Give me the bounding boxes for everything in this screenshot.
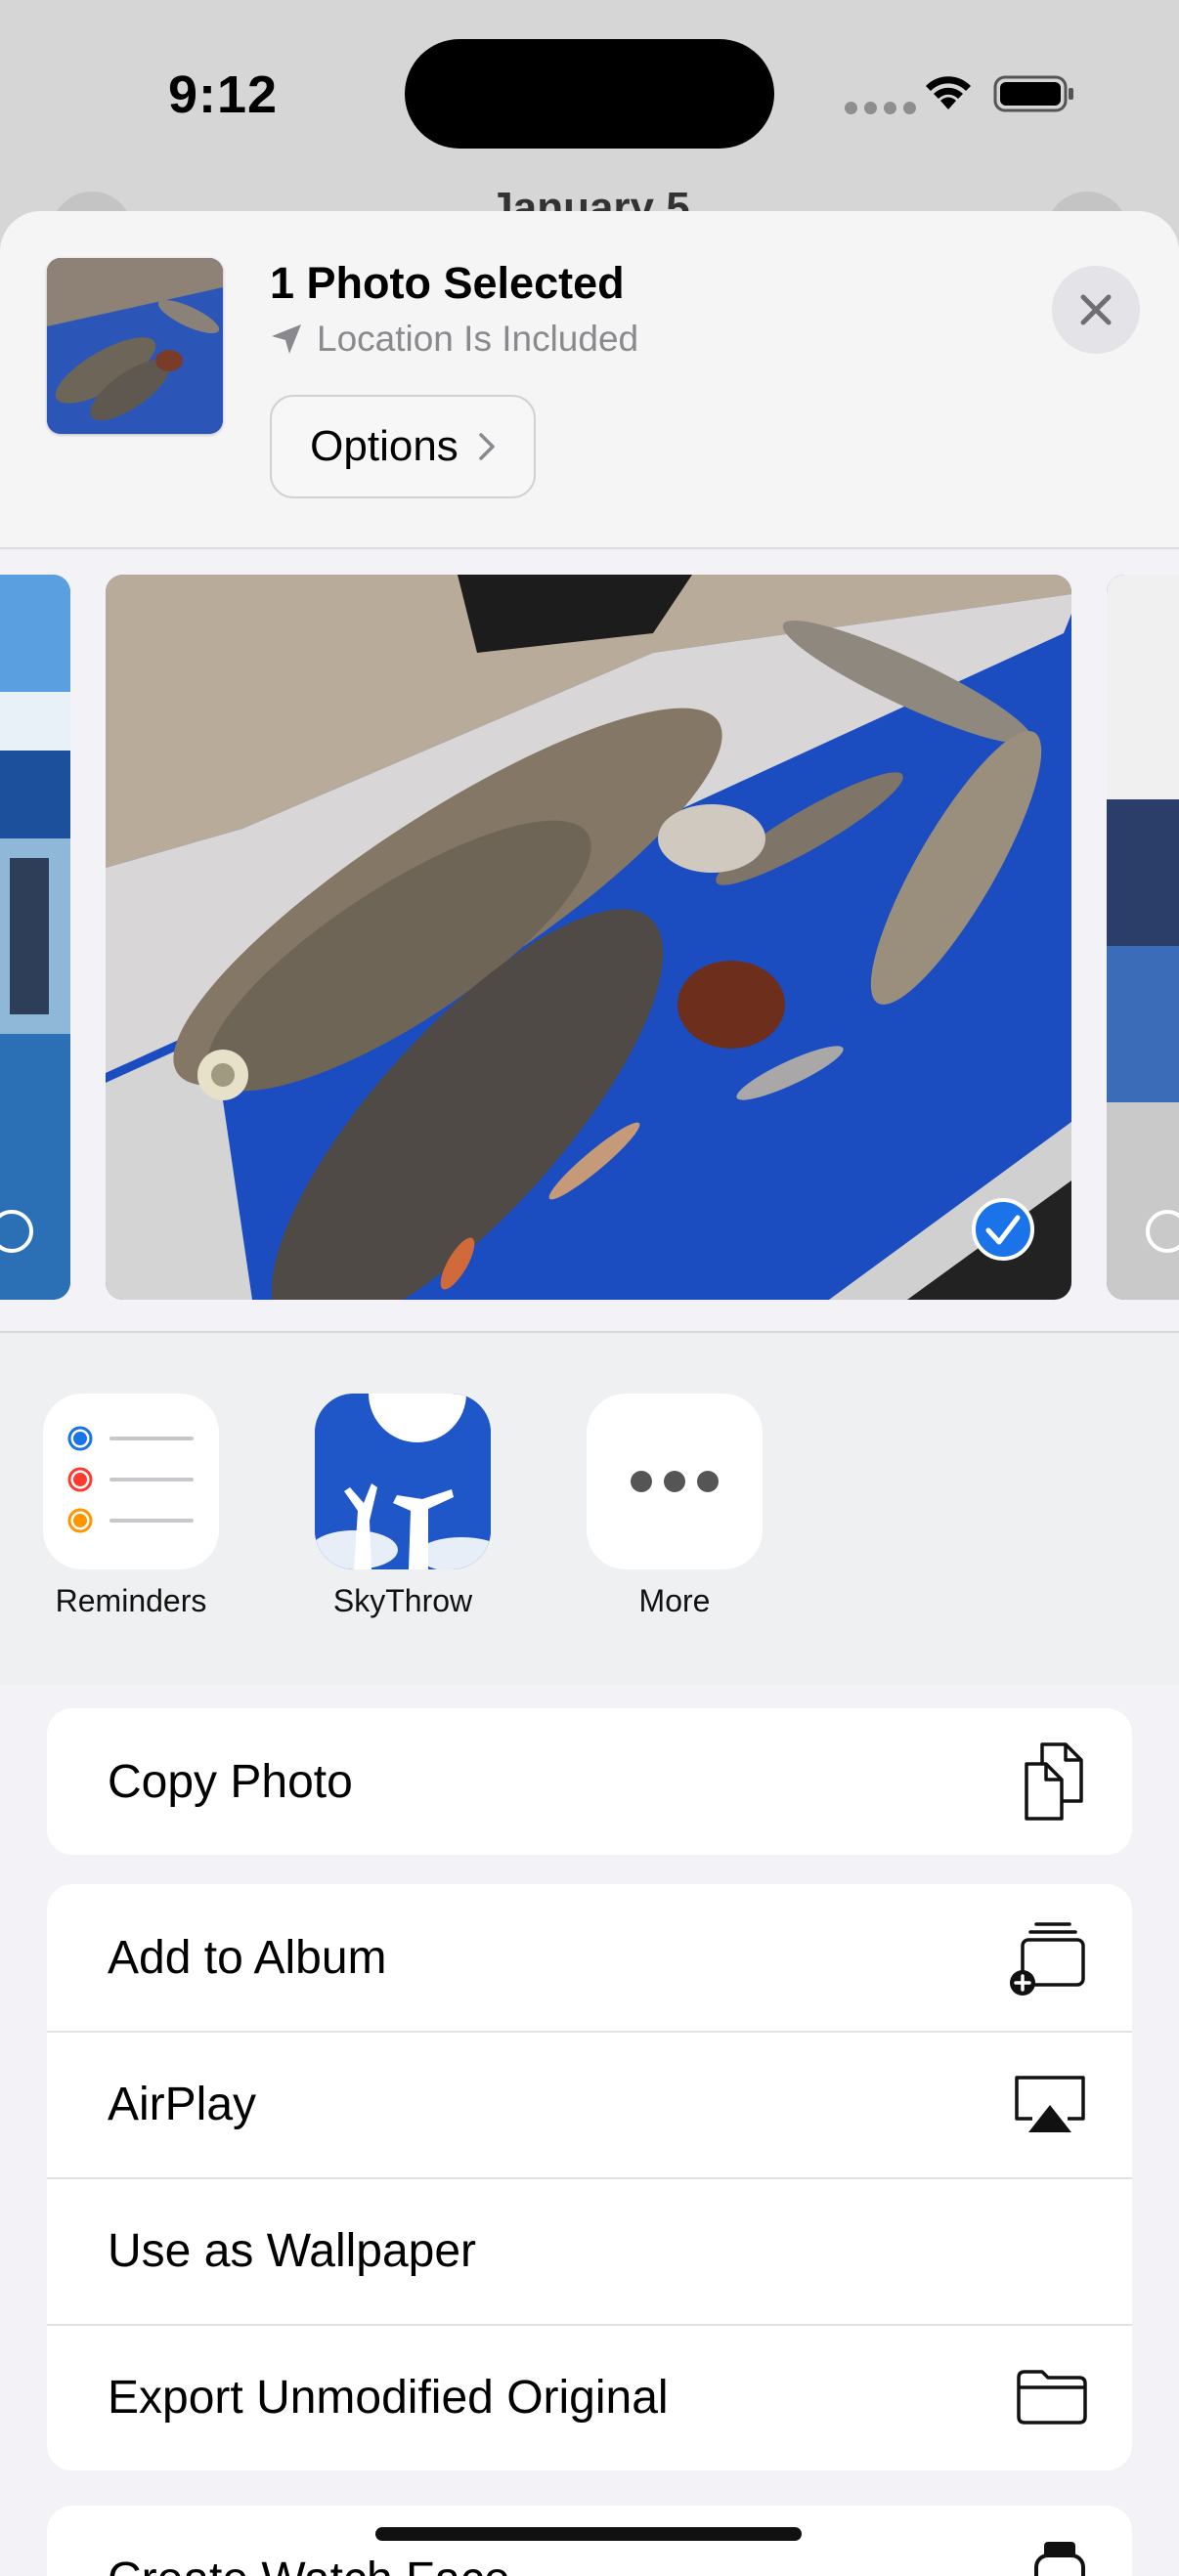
reminders-icon — [43, 1394, 219, 1569]
close-icon — [1078, 292, 1114, 327]
dynamic-island — [405, 39, 774, 149]
use-as-wallpaper-action[interactable]: Use as Wallpaper — [47, 2177, 1132, 2324]
photo-left-partial[interactable] — [0, 575, 70, 1300]
skythrow-icon — [315, 1394, 491, 1569]
status-time: 9:12 — [168, 64, 278, 125]
action-label: Create Watch Face — [108, 2553, 510, 2576]
close-button[interactable] — [1052, 266, 1140, 354]
action-label: AirPlay — [108, 2078, 256, 2131]
photo-right-partial[interactable] — [1107, 575, 1179, 1300]
options-label: Options — [310, 422, 458, 471]
action-label: Use as Wallpaper — [108, 2224, 476, 2278]
airplay-action[interactable]: AirPlay — [47, 2031, 1132, 2177]
add-to-album-icon — [1007, 1918, 1089, 1996]
export-original-action[interactable]: Export Unmodified Original — [47, 2324, 1132, 2470]
app-label: More — [547, 1583, 802, 1619]
add-to-album-action[interactable]: Add to Album — [47, 1884, 1132, 2031]
copy-photo-action[interactable]: Copy Photo — [47, 1708, 1132, 1855]
copy-icon — [1021, 1740, 1089, 1823]
action-group-main: Add to Album AirPlay Use as Wallpaper Ex… — [47, 1884, 1132, 2470]
app-more[interactable]: More — [587, 1394, 763, 1619]
share-sheet: 1 Photo Selected Location Is Included Op… — [0, 211, 1179, 2576]
action-label: Export Unmodified Original — [108, 2371, 669, 2425]
create-watch-face-action[interactable]: Create Watch Face — [47, 2506, 1132, 2576]
watch-icon — [1030, 2540, 1089, 2576]
battery-icon — [993, 74, 1075, 113]
status-bar: 9:12 — [0, 0, 1179, 195]
share-title: 1 Photo Selected — [270, 258, 625, 309]
location-label: Location Is Included — [317, 319, 638, 360]
photo-strip[interactable] — [0, 549, 1179, 1331]
chevron-right-icon — [478, 432, 496, 461]
options-button[interactable]: Options — [270, 395, 536, 498]
app-label: SkyThrow — [276, 1583, 530, 1619]
location-arrow-icon — [270, 322, 303, 356]
cellular-dots-icon — [845, 102, 916, 114]
more-icon — [587, 1394, 763, 1569]
location-info: Location Is Included — [270, 319, 638, 360]
wifi-icon — [923, 72, 974, 111]
action-group-copy: Copy Photo — [47, 1708, 1132, 1855]
selected-photo[interactable] — [106, 575, 1071, 1300]
photo-thumbnail — [47, 258, 223, 434]
action-label: Add to Album — [108, 1931, 387, 1985]
app-reminders[interactable]: Reminders — [43, 1394, 219, 1619]
app-label: Reminders — [4, 1583, 258, 1619]
app-skythrow[interactable]: SkyThrow — [315, 1394, 491, 1619]
share-header: 1 Photo Selected Location Is Included Op… — [0, 211, 1179, 547]
folder-icon — [1015, 2368, 1089, 2426]
airplay-icon — [1011, 2072, 1089, 2136]
action-label: Copy Photo — [108, 1755, 353, 1809]
app-row: Reminders SkyThrow — [0, 1333, 1179, 1685]
home-indicator[interactable] — [375, 2527, 802, 2541]
action-group-next: Create Watch Face — [47, 2506, 1132, 2576]
